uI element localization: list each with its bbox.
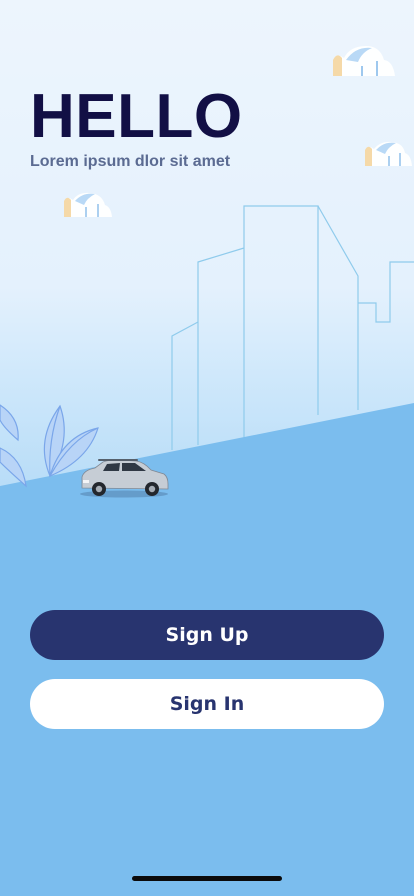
page-title: HELLO	[30, 82, 243, 151]
home-indicator[interactable]	[132, 876, 282, 881]
cloud-icon	[365, 141, 412, 166]
sign-up-button[interactable]: Sign Up	[30, 610, 384, 660]
sign-in-button[interactable]: Sign In	[30, 679, 384, 729]
page-subtitle: Lorem ipsum dlor sit amet	[30, 153, 231, 170]
cloud-icon	[64, 192, 112, 217]
welcome-screen: HELLO Lorem ipsum dlor sit amet Sign Up …	[0, 0, 414, 896]
cloud-icon	[333, 46, 395, 76]
